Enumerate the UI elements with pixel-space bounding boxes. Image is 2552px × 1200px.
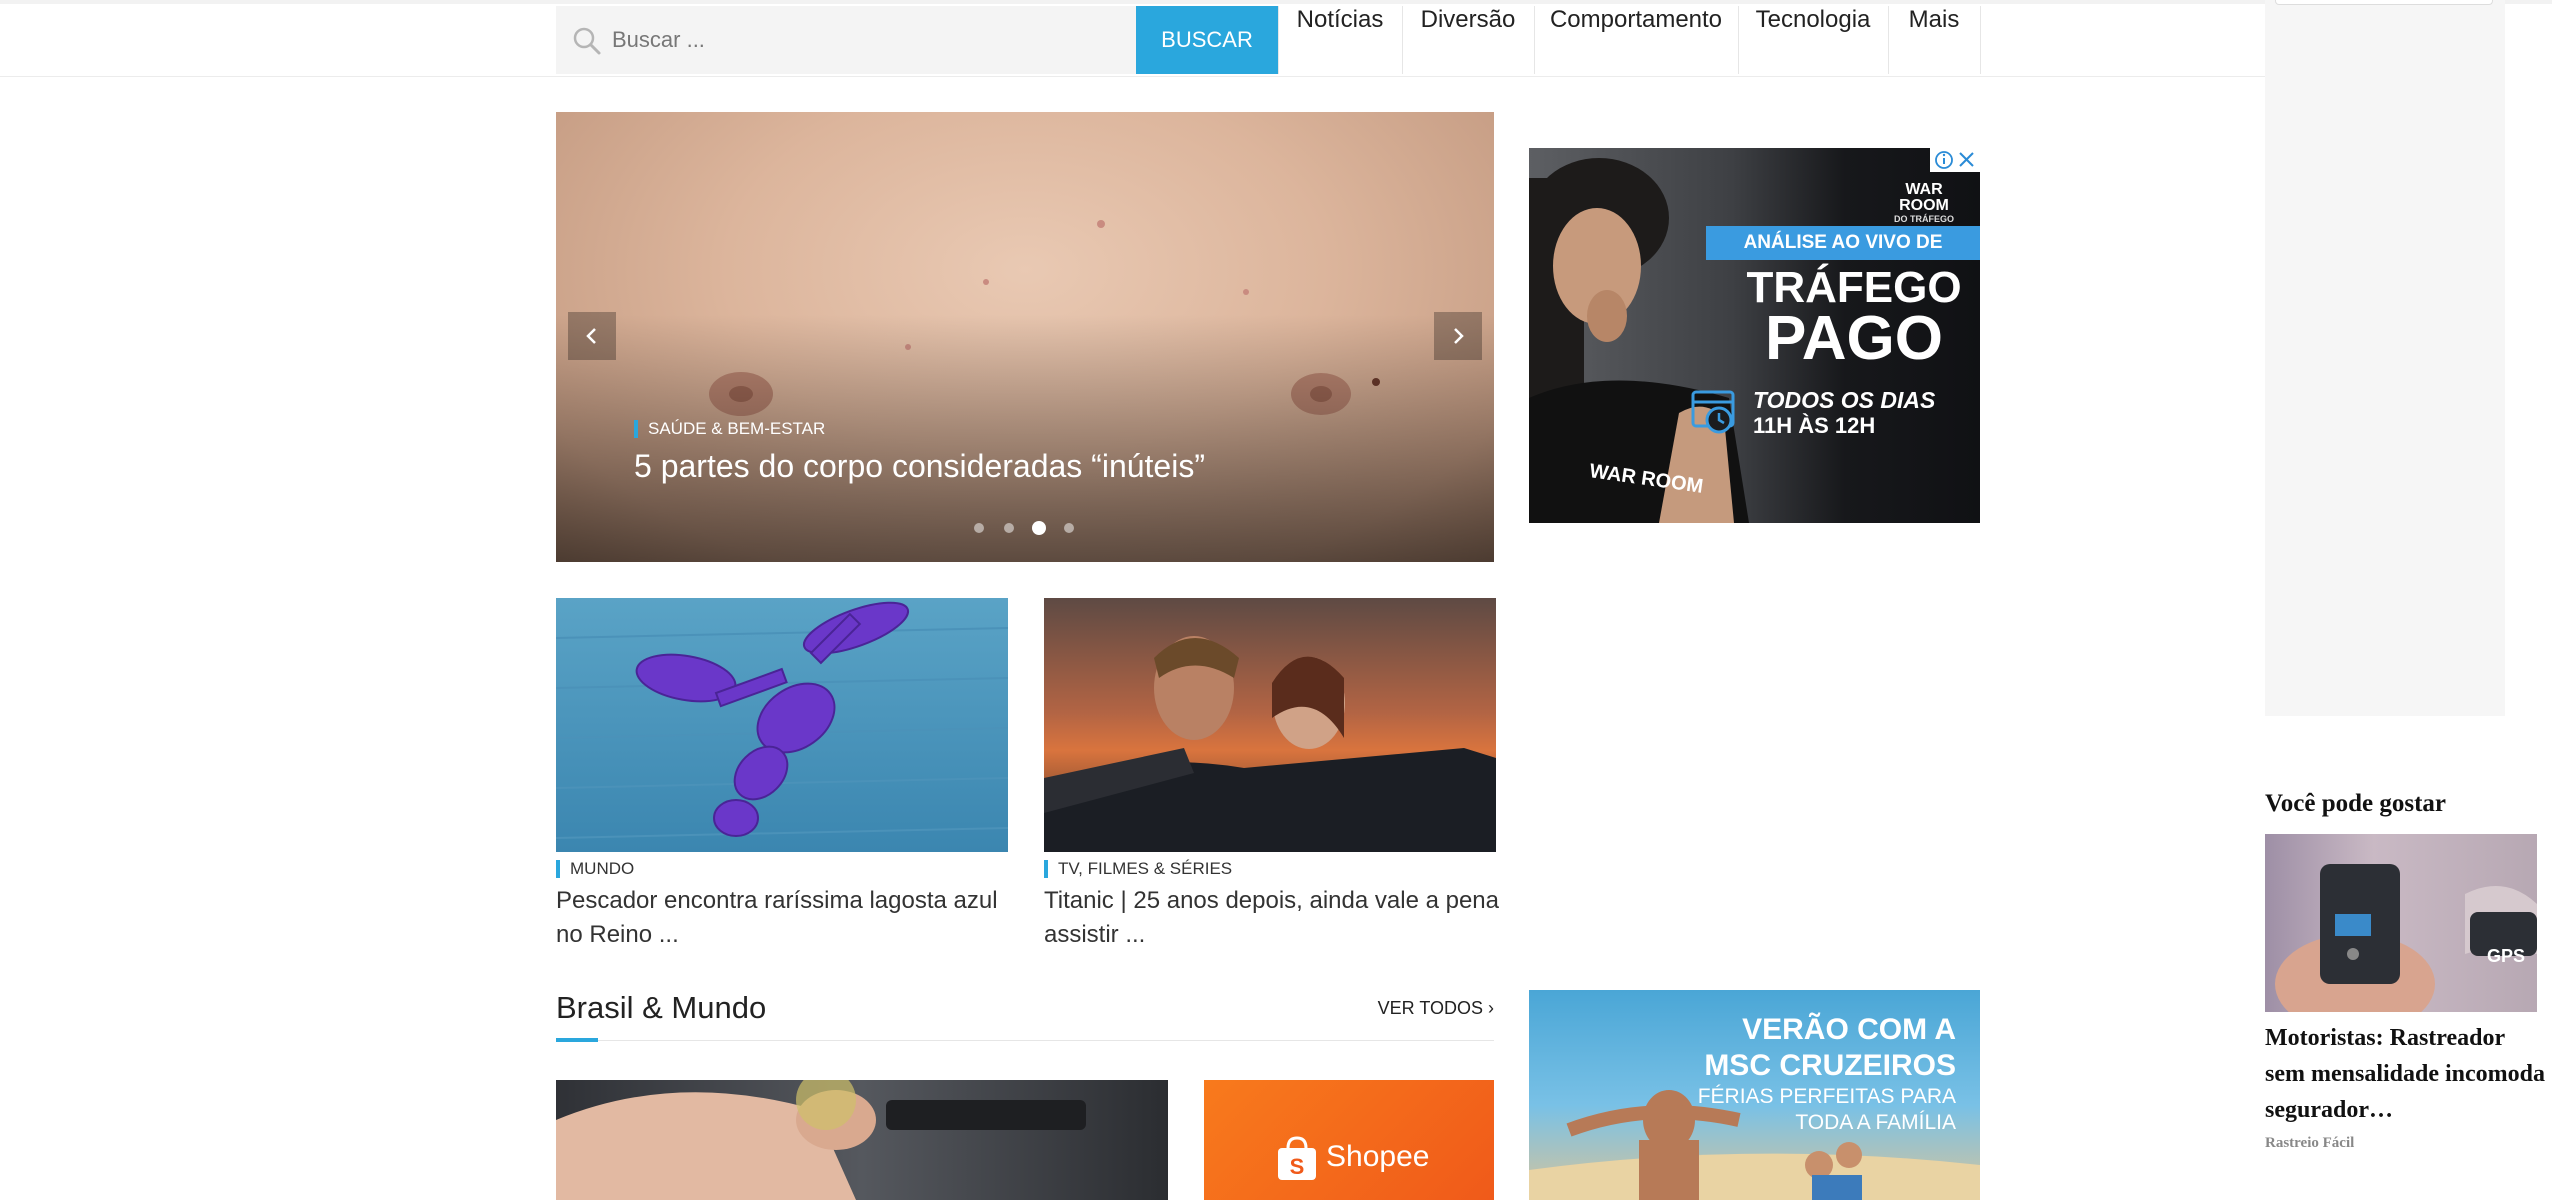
card-title[interactable]: Titanic | 25 anos depois, ainda vale a p… (1044, 884, 1504, 952)
ad-banner-msc[interactable]: VERÃO COM A MSC CRUZEIROS FÉRIAS PERFEIT… (1529, 990, 1980, 1200)
side-ad-tab (2275, 0, 2493, 5)
section-divider (556, 1040, 1494, 1041)
ad-headline: TRÁFEGO PAGO (1746, 263, 1962, 373)
gps-label: GPS (2487, 946, 2526, 966)
side-ad-placeholder (2265, 0, 2505, 716)
ad-choices[interactable] (1930, 148, 1980, 172)
slider-dot[interactable] (974, 523, 984, 533)
featured-slider[interactable] (556, 112, 1494, 562)
card-image-titanic[interactable] (1044, 598, 1496, 852)
calendar-clock-icon (1691, 390, 1735, 434)
chevron-right-icon (1454, 328, 1464, 344)
nav-divider (0, 76, 2265, 77)
slider-dot[interactable] (1064, 523, 1074, 533)
top-border (0, 0, 2552, 4)
ad-msc-text: VERÃO COM A MSC CRUZEIROS FÉRIAS PERFEIT… (1697, 1013, 1956, 1134)
card-category[interactable]: TV, FILMES & SÉRIES (1044, 860, 1232, 878)
shopee-bag-icon: S (1278, 1136, 1316, 1180)
search-icon (570, 24, 604, 58)
slider-dot[interactable] (1004, 523, 1014, 533)
lobster-image (556, 601, 1008, 839)
section-accent-bar (556, 1038, 598, 1042)
section-title[interactable]: Brasil & Mundo (556, 990, 766, 1026)
titanic-image (1044, 636, 1496, 852)
recommendation-title[interactable]: Motoristas: Rastreador sem mensalidade i… (2265, 1020, 2545, 1128)
search-input[interactable] (612, 6, 1132, 74)
chevron-left-icon (586, 328, 596, 344)
slider-next-button[interactable] (1434, 312, 1482, 360)
shopee-card-image[interactable]: S Shopee (1204, 1080, 1494, 1200)
view-all-link[interactable]: VER TODOS › (1370, 998, 1494, 1019)
nav-item-noticias[interactable]: Notícias (1278, 6, 1402, 74)
nav-item-comportamento[interactable]: Comportamento (1534, 6, 1738, 74)
slider-prev-button[interactable] (568, 312, 616, 360)
svg-text:S: S (1290, 1154, 1305, 1179)
gps-tracker-image (2275, 864, 2537, 1012)
recommendation-image[interactable]: GPS (2265, 834, 2537, 1012)
card-title[interactable]: Pescador encontra raríssima lagosta azul… (556, 884, 1016, 952)
shopee-label: Shopee (1326, 1140, 1430, 1173)
slide-title[interactable]: 5 partes do corpo consideradas “inúteis” (634, 448, 1205, 485)
ad-brand: WAR ROOM DO TRÁFEGO (1894, 181, 1954, 225)
nav-item-diversao[interactable]: Diversão (1402, 6, 1534, 74)
card-image-lagosta[interactable] (556, 598, 1008, 852)
ad-banner-strip: ANÁLISE AO VIVO DE (1706, 226, 1980, 260)
recommendations-heading: Você pode gostar (2265, 790, 2447, 817)
recommendation-source[interactable]: Rastreio Fácil (2265, 1135, 2354, 1152)
slider-dot-active[interactable] (1032, 521, 1046, 535)
nav-separator (1980, 6, 1981, 74)
search-button[interactable]: BUSCAR (1136, 6, 1278, 74)
ad-schedule: TODOS OS DIAS 11H ÀS 12H (1753, 387, 1936, 439)
section-card-image[interactable] (556, 1080, 1168, 1200)
nav-item-tecnologia[interactable]: Tecnologia (1738, 6, 1888, 74)
ad-banner-trafego[interactable]: WAR ROOM DO TRÁFEGO ANÁLISE AO VIVO DE T… (1529, 148, 1980, 523)
info-close-icon[interactable] (1930, 148, 1980, 172)
card-category[interactable]: MUNDO (556, 860, 634, 878)
slide-category[interactable]: SAÚDE & BEM-ESTAR (634, 420, 825, 438)
hand-image (556, 1080, 1086, 1200)
nav-item-mais[interactable]: Mais (1888, 6, 1980, 74)
